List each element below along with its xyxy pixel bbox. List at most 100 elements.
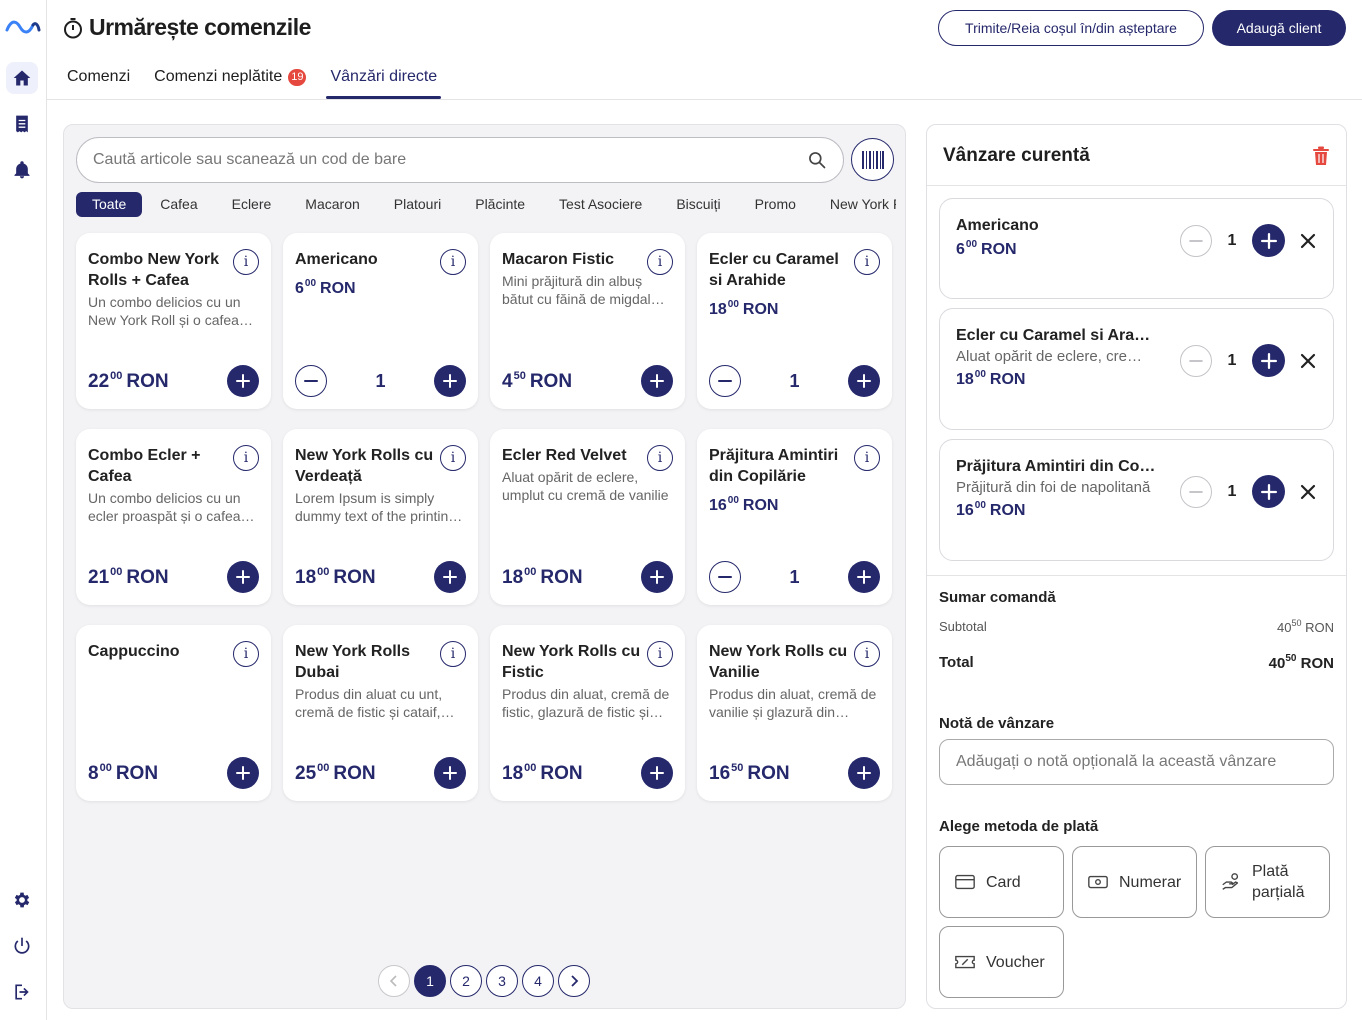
info-icon[interactable]: i (854, 249, 880, 275)
product-card[interactable]: Macaron Fistic Mini prăjitură din albuș b… (490, 233, 685, 409)
decrease-qty-button[interactable] (1180, 475, 1212, 508)
info-icon[interactable]: i (854, 641, 880, 667)
info-icon[interactable]: i (440, 249, 466, 275)
tab-comenzi-neplatite[interactable]: Comenzi neplătite 19 (154, 66, 307, 98)
decrease-qty-button[interactable] (1180, 344, 1212, 377)
info-icon[interactable]: i (647, 641, 673, 667)
increase-qty-button[interactable] (433, 365, 466, 397)
tab-vanzari-directe[interactable]: Vânzări directe (326, 66, 441, 99)
search-icon[interactable] (807, 150, 827, 170)
category-chip[interactable]: Plăcinte (459, 192, 541, 217)
add-client-button[interactable]: Adaugă client (1212, 10, 1346, 46)
logout-icon[interactable] (6, 976, 38, 1008)
category-chip[interactable]: New York Rolls (814, 192, 896, 217)
page-button[interactable]: 3 (486, 965, 518, 997)
product-card[interactable]: New York Rolls Dubai Produs din aluat cu … (283, 625, 478, 801)
brand-logo[interactable] (5, 16, 41, 38)
pay-partial-button[interactable]: Plată parțială (1205, 846, 1330, 918)
tab-comenzi[interactable]: Comenzi (67, 66, 130, 98)
category-chip[interactable]: Promo (739, 192, 812, 217)
price-dec: 00 (110, 369, 123, 382)
home-icon[interactable] (6, 62, 38, 94)
category-chip[interactable]: Eclere (216, 192, 288, 217)
barcode-scan-button[interactable] (851, 138, 894, 181)
power-icon[interactable] (6, 930, 38, 962)
category-chip[interactable]: Toate (76, 191, 143, 217)
category-chip[interactable]: Macaron (289, 192, 375, 217)
increase-qty-button[interactable] (1252, 224, 1285, 257)
category-chip[interactable]: Biscuiți (660, 192, 736, 217)
price-int: 16 (709, 497, 727, 514)
increase-qty-button[interactable] (847, 365, 880, 397)
add-to-cart-button[interactable] (227, 365, 259, 397)
pay-cash-button[interactable]: Numerar (1072, 846, 1197, 918)
price-currency: RON (742, 301, 779, 318)
product-card[interactable]: Cappuccino i 800 RON (76, 625, 271, 801)
product-card[interactable]: Prăjitura Amintiri din Copilărie i 1600 RON… (697, 429, 892, 605)
remove-item-icon[interactable] (1299, 483, 1317, 501)
increase-qty-button[interactable] (1252, 344, 1285, 377)
trash-icon[interactable] (1312, 146, 1330, 166)
info-icon[interactable]: i (233, 249, 259, 275)
decrease-qty-button[interactable] (709, 365, 741, 397)
increase-qty-button[interactable] (847, 561, 880, 593)
add-to-cart-button[interactable] (641, 757, 673, 789)
page-button[interactable]: 2 (450, 965, 482, 997)
price-int: 22 (88, 370, 110, 392)
product-card[interactable]: New York Rolls cu Verdeață Lorem Ipsum is… (283, 429, 478, 605)
sale-header: Vânzare curentă (927, 125, 1346, 186)
product-name: Americano (295, 251, 378, 268)
product-description: Produs din aluat, cremă de fistic, glazu… (502, 686, 670, 720)
product-card[interactable]: New York Rolls cu Vanilie Produs din alua… (697, 625, 892, 801)
orders-icon[interactable] (6, 108, 38, 140)
category-chip[interactable]: Cafea (144, 192, 213, 217)
pay-voucher-label: Voucher (986, 953, 1045, 971)
subtotal-dec: 50 (1291, 618, 1302, 628)
info-icon[interactable]: i (647, 445, 673, 471)
add-to-cart-button[interactable] (848, 757, 880, 789)
info-icon[interactable]: i (440, 641, 466, 667)
info-icon[interactable]: i (854, 445, 880, 471)
page-button[interactable]: 1 (414, 965, 446, 997)
info-icon[interactable]: i (440, 445, 466, 471)
add-to-cart-button[interactable] (434, 561, 466, 593)
product-card[interactable]: Combo New York Rolls + Cafea Un combo del… (76, 233, 271, 409)
add-to-cart-button[interactable] (641, 365, 673, 397)
total-dec: 50 (1285, 653, 1297, 664)
sale-note-input[interactable]: Adăugați o notă opțională la această vân… (939, 739, 1334, 785)
remove-item-icon[interactable] (1299, 232, 1317, 250)
send-cart-button[interactable]: Trimite/Reia coșul în/din așteptare (938, 10, 1204, 46)
pay-voucher-button[interactable]: Voucher (939, 926, 1064, 998)
price-currency: RON (747, 762, 790, 784)
product-card[interactable]: New York Rolls cu Fistic Produs din aluat… (490, 625, 685, 801)
remove-item-icon[interactable] (1299, 352, 1317, 370)
gear-icon[interactable] (6, 884, 38, 916)
side-rail (0, 0, 47, 1020)
product-card[interactable]: Combo Ecler + Cafea Un combo delicios cu … (76, 429, 271, 605)
add-to-cart-button[interactable] (227, 757, 259, 789)
decrease-qty-button[interactable] (709, 561, 741, 593)
info-icon[interactable]: i (647, 249, 673, 275)
product-description: Produs din aluat cu unt, cremă de fistic… (295, 686, 443, 720)
search-input[interactable]: Caută articole sau scanează un cod de ba… (76, 137, 844, 183)
product-card[interactable]: Americano i 600 RON 1 (283, 233, 478, 409)
product-price: 450 RON (502, 370, 572, 393)
add-to-cart-button[interactable] (641, 561, 673, 593)
product-card[interactable]: Ecler Red Velvet Aluat opărit de eclere, … (490, 429, 685, 605)
page-button[interactable]: 4 (522, 965, 554, 997)
decrease-qty-button[interactable] (1180, 224, 1212, 257)
payment-method-label: Alege metoda de plată (939, 818, 1099, 835)
info-icon[interactable]: i (233, 641, 259, 667)
category-chip[interactable]: Platouri (378, 192, 457, 217)
decrease-qty-button[interactable] (295, 365, 327, 397)
bell-icon[interactable] (6, 154, 38, 186)
increase-qty-button[interactable] (1252, 475, 1285, 508)
pay-card-button[interactable]: Card (939, 846, 1064, 918)
prev-page-button[interactable] (378, 965, 410, 997)
product-card[interactable]: Ecler cu Caramel si Arahide i 1800 RON 1 (697, 233, 892, 409)
next-page-button[interactable] (558, 965, 590, 997)
add-to-cart-button[interactable] (434, 757, 466, 789)
category-chip[interactable]: Test Asociere (543, 192, 658, 217)
info-icon[interactable]: i (233, 445, 259, 471)
add-to-cart-button[interactable] (227, 561, 259, 593)
